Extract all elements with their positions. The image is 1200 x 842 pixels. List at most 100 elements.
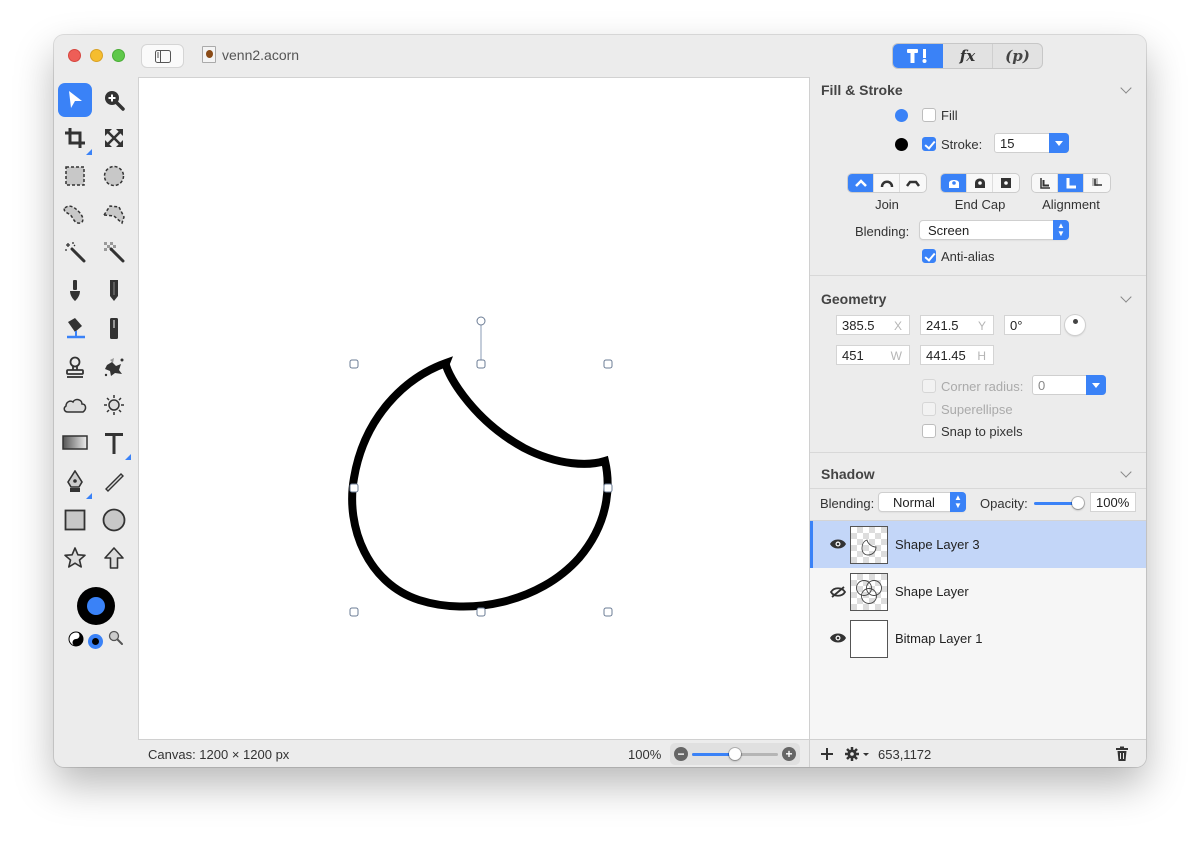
snap-to-pixels-checkbox[interactable] <box>922 424 936 438</box>
cursor-coordinates: 653,1172 <box>878 747 932 762</box>
resize-handle-left[interactable] <box>349 483 359 493</box>
fill-stroke-collapse-chevron-icon[interactable] <box>1120 82 1132 94</box>
resize-handle-right[interactable] <box>603 483 613 493</box>
rect-select-tool[interactable] <box>58 159 92 193</box>
resize-handle-top[interactable] <box>476 359 486 369</box>
stroke-checkbox[interactable] <box>922 137 936 151</box>
opacity-slider[interactable] <box>1034 497 1084 509</box>
select-tool[interactable] <box>58 83 92 117</box>
stroke-color-swatch[interactable] <box>895 138 908 151</box>
height-field[interactable]: 441.45 H <box>920 345 994 365</box>
color-picker-magnifier-icon[interactable] <box>108 630 124 646</box>
dodge-tool[interactable] <box>97 388 131 422</box>
resize-handle-bottom[interactable] <box>476 607 486 617</box>
zoom-in-button[interactable]: + <box>782 747 796 761</box>
tab-effects[interactable]: fx <box>943 44 993 68</box>
delete-layer-trash-icon[interactable] <box>1115 746 1129 762</box>
resize-handle-bottom-right[interactable] <box>603 607 613 617</box>
resize-handle-top-left[interactable] <box>349 359 359 369</box>
tab-properties[interactable]: (p) <box>993 44 1042 68</box>
pencil-tool[interactable] <box>97 274 131 308</box>
eraser-tool[interactable] <box>97 312 131 346</box>
layer-row[interactable]: Bitmap Layer 1 <box>810 615 1146 662</box>
ellipse-select-tool[interactable] <box>97 159 131 193</box>
resize-handle-top-right[interactable] <box>603 359 613 369</box>
swap-colors-icon[interactable] <box>68 631 84 647</box>
lasso-tool[interactable] <box>58 197 92 231</box>
oval-tool[interactable] <box>97 503 131 537</box>
join-bevel-button[interactable] <box>900 174 926 192</box>
align-inside-button[interactable] <box>1032 174 1058 192</box>
visibility-eye-icon[interactable] <box>829 632 847 644</box>
endcap-butt-button[interactable] <box>941 174 967 192</box>
corner-radius-checkbox[interactable] <box>922 379 936 393</box>
endcap-round-button[interactable] <box>967 174 993 192</box>
stroke-width-dropdown-icon[interactable] <box>1049 133 1069 153</box>
magic-wand-tool[interactable] <box>58 235 92 269</box>
resize-handle-bottom-left[interactable] <box>349 607 359 617</box>
brush-tool[interactable] <box>58 274 92 308</box>
line-tool[interactable] <box>97 465 131 499</box>
align-center-button[interactable] <box>1058 174 1084 192</box>
corner-radius-dropdown-icon[interactable] <box>1086 375 1106 395</box>
clone-tool[interactable] <box>58 350 92 384</box>
zoom-out-button[interactable]: − <box>674 747 688 761</box>
layer-row[interactable]: Shape Layer 3 <box>810 521 1146 568</box>
transform-tool[interactable] <box>97 121 131 155</box>
zoom-tool[interactable] <box>97 83 131 117</box>
rotation-angle-field[interactable]: 0° <box>1004 315 1061 335</box>
endcap-square-button[interactable] <box>993 174 1019 192</box>
submenu-indicator <box>125 454 131 460</box>
tab-tools[interactable] <box>893 44 943 68</box>
gradient-tool[interactable] <box>58 426 92 460</box>
layer-row[interactable]: Shape Layer <box>810 568 1146 615</box>
fill-color-well[interactable] <box>87 597 105 615</box>
opacity-slider-knob[interactable] <box>1072 497 1084 509</box>
text-tool[interactable] <box>97 426 131 460</box>
crop-tool[interactable] <box>58 121 92 155</box>
arrow-tool[interactable] <box>97 541 131 575</box>
rotation-handle[interactable] <box>476 316 486 326</box>
corner-radius-combo[interactable]: 0 <box>1032 375 1106 395</box>
polygon-lasso-tool[interactable] <box>97 197 131 231</box>
visibility-eye-icon[interactable] <box>829 538 847 550</box>
zoom-slider-knob[interactable] <box>729 748 741 760</box>
rectangle-tool[interactable] <box>58 503 92 537</box>
paint-bucket-tool[interactable] <box>58 312 92 346</box>
blending-mode-popup[interactable]: Screen ▲ ▼ <box>919 220 1069 240</box>
stroke-width-combo[interactable]: 15 <box>994 133 1069 153</box>
stroke-color-well[interactable] <box>77 587 115 625</box>
antialias-checkbox[interactable] <box>922 249 936 263</box>
fill-color-swatch[interactable] <box>895 109 908 122</box>
star-tool[interactable] <box>58 541 92 575</box>
visibility-hidden-icon[interactable] <box>829 585 847 599</box>
add-layer-plus-icon[interactable] <box>820 747 834 761</box>
pen-tool[interactable] <box>58 465 92 499</box>
close-window-button[interactable] <box>68 49 81 62</box>
smudge-tool[interactable] <box>97 350 131 384</box>
sidebar-toggle-button[interactable] <box>141 44 184 68</box>
shadow-collapse-chevron-icon[interactable] <box>1120 466 1132 478</box>
default-colors-button[interactable] <box>88 634 103 649</box>
zoom-slider[interactable] <box>692 748 778 760</box>
zoom-window-button[interactable] <box>112 49 125 62</box>
x-position-field[interactable]: 385.5 X <box>836 315 910 335</box>
instant-alpha-tool[interactable] <box>97 235 131 269</box>
layer-actions-gear-icon[interactable] <box>844 746 870 762</box>
opacity-field[interactable]: 100% <box>1090 492 1136 512</box>
magic-wand-icon <box>65 242 86 263</box>
y-position-field[interactable]: 241.5 Y <box>920 315 994 335</box>
join-round-button[interactable] <box>874 174 900 192</box>
image-canvas[interactable] <box>138 77 809 739</box>
align-outside-button[interactable] <box>1084 174 1110 192</box>
fill-checkbox[interactable] <box>922 108 936 122</box>
join-miter-button[interactable] <box>848 174 874 192</box>
width-field[interactable]: 451 W <box>836 345 910 365</box>
burn-tool[interactable] <box>58 388 92 422</box>
moon-shape-path[interactable] <box>348 356 612 611</box>
shadow-blending-popup[interactable]: Normal ▲ ▼ <box>878 492 966 512</box>
rotation-dial[interactable] <box>1065 315 1085 335</box>
superellipse-checkbox[interactable] <box>922 402 936 416</box>
geometry-collapse-chevron-icon[interactable] <box>1120 291 1132 303</box>
minimize-window-button[interactable] <box>90 49 103 62</box>
